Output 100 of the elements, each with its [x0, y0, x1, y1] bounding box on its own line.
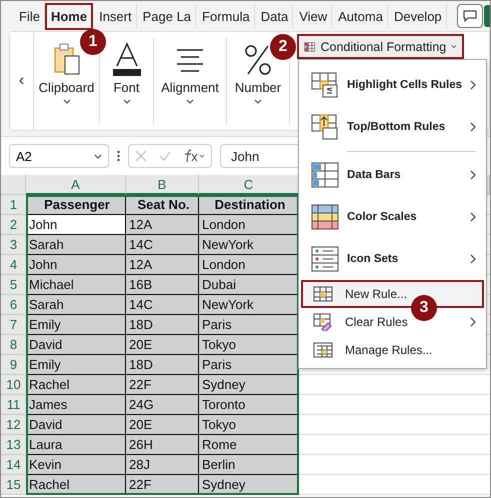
table-cell: Kevin — [26, 455, 126, 475]
ribbon-tab[interactable]: Page La — [136, 2, 196, 30]
check-icon[interactable] — [159, 151, 171, 161]
chevron-right-icon — [470, 317, 476, 327]
row-header[interactable]: 5 — [1, 275, 26, 295]
table-cell: John — [26, 215, 126, 235]
table-cell: Emily — [26, 355, 126, 375]
row-header[interactable]: 12 — [1, 415, 26, 435]
row-header[interactable]: 11 — [1, 395, 26, 415]
row-header[interactable]: 8 — [1, 335, 26, 355]
menu-item[interactable]: Icon Sets — [301, 238, 484, 280]
table-cell: Dubai — [199, 275, 299, 295]
table-cell: London — [199, 215, 299, 235]
function-icon[interactable] — [183, 149, 205, 163]
name-box[interactable]: A2 — [9, 144, 109, 168]
table-cell: Berlin — [199, 455, 299, 475]
chevron-right-icon — [470, 212, 476, 222]
conditional-formatting-button[interactable]: Conditional Formatting — [297, 34, 464, 59]
table-cell: 14C — [126, 235, 199, 255]
chevron-down-icon — [451, 44, 457, 49]
column-header[interactable]: B — [126, 175, 199, 195]
table-cell: 18D — [126, 315, 199, 335]
table-cell: 12A — [126, 255, 199, 275]
chevron-right-icon — [470, 80, 476, 90]
manage-rules-icon — [313, 342, 333, 358]
scroll-left-button[interactable]: ‹ — [10, 32, 34, 130]
row-header[interactable]: 9 — [1, 355, 26, 375]
menu-item[interactable]: Top/Bottom Rules — [301, 106, 484, 148]
table-cell: NewYork — [199, 295, 299, 315]
chevron-right-icon — [470, 170, 476, 180]
menu-item[interactable]: Manage Rules... — [301, 336, 484, 364]
table-cell: 20E — [126, 415, 199, 435]
font-letter-icon — [110, 42, 142, 76]
ribbon-tab[interactable]: Home — [44, 2, 94, 30]
clipboard-icon — [52, 42, 80, 76]
table-grid-icon — [304, 40, 316, 54]
table-cell: Toronto — [199, 395, 299, 415]
more-options-icon — [117, 150, 120, 162]
table-cell: Paris — [199, 315, 299, 335]
row-header[interactable]: 3 — [1, 235, 26, 255]
table-cell: Emily — [26, 315, 126, 335]
icon-sets-icon — [311, 246, 339, 272]
table-cell: 14C — [126, 295, 199, 315]
row-header[interactable]: 7 — [1, 315, 26, 335]
chevron-down-icon — [94, 154, 102, 158]
row-header[interactable]: 13 — [1, 435, 26, 455]
table-cell: John — [26, 255, 126, 275]
chevron-down-icon — [186, 99, 194, 104]
color-scales-icon — [311, 204, 339, 230]
table-cell: Rome — [199, 435, 299, 455]
table-cell: Tokyo — [199, 335, 299, 355]
table-cell: 22F — [126, 375, 199, 395]
table-cell: James — [26, 395, 126, 415]
menu-item[interactable]: Color Scales — [301, 196, 484, 238]
chevron-down-icon — [254, 99, 262, 104]
clear-rules-icon — [313, 313, 333, 331]
table-cell: Tokyo — [199, 415, 299, 435]
table-cell: 16B — [126, 275, 199, 295]
data-bars-icon — [311, 162, 339, 188]
table-cell: Rachel — [26, 375, 126, 395]
table-cell: 24G — [126, 395, 199, 415]
table-cell: 12A — [126, 215, 199, 235]
table-cell: London — [199, 255, 299, 275]
percent-icon — [244, 44, 272, 76]
row-header[interactable]: 15 — [1, 475, 26, 495]
ribbon-tab[interactable]: View — [293, 2, 332, 30]
chevron-right-icon — [470, 254, 476, 264]
ribbon-tab[interactable]: Develop — [388, 2, 447, 30]
row-header[interactable]: 2 — [1, 215, 26, 235]
new-rule-icon — [313, 286, 333, 302]
ribbon-tab[interactable]: Data — [254, 2, 294, 30]
menu-item[interactable]: Highlight Cells Rules — [301, 64, 484, 106]
row-header[interactable]: 4 — [1, 255, 26, 275]
row-header[interactable]: 14 — [1, 455, 26, 475]
column-header[interactable]: C — [199, 175, 299, 195]
table-cell: 18D — [126, 355, 199, 375]
table-cell: 26H — [126, 435, 199, 455]
table-cell: Sarah — [26, 295, 126, 315]
header-cell: Seat No. — [126, 195, 199, 215]
row-header[interactable]: 10 — [1, 375, 26, 395]
top-bottom-icon — [311, 114, 339, 140]
table-cell: Michael — [26, 275, 126, 295]
column-header[interactable]: A — [26, 175, 126, 195]
ribbon-tab[interactable]: Formula — [196, 2, 255, 30]
table-cell: 28J — [126, 455, 199, 475]
chevron-right-icon — [470, 122, 476, 132]
ribbon-tab[interactable]: File — [13, 2, 45, 30]
table-cell: 20E — [126, 335, 199, 355]
chevron-down-icon — [122, 99, 130, 104]
table-cell: David — [26, 415, 126, 435]
ribbon-tab[interactable]: Automa — [332, 2, 388, 30]
table-cell: 22F — [126, 475, 199, 495]
row-header[interactable]: 6 — [1, 295, 26, 315]
table-cell: NewYork — [199, 235, 299, 255]
highlight-cells-icon — [311, 72, 339, 98]
row-header[interactable]: 1 — [1, 195, 26, 215]
chevron-down-icon — [62, 99, 70, 104]
comment-button[interactable] — [456, 4, 483, 28]
table-cell: Sarah — [26, 235, 126, 255]
table-cell: David — [26, 335, 126, 355]
